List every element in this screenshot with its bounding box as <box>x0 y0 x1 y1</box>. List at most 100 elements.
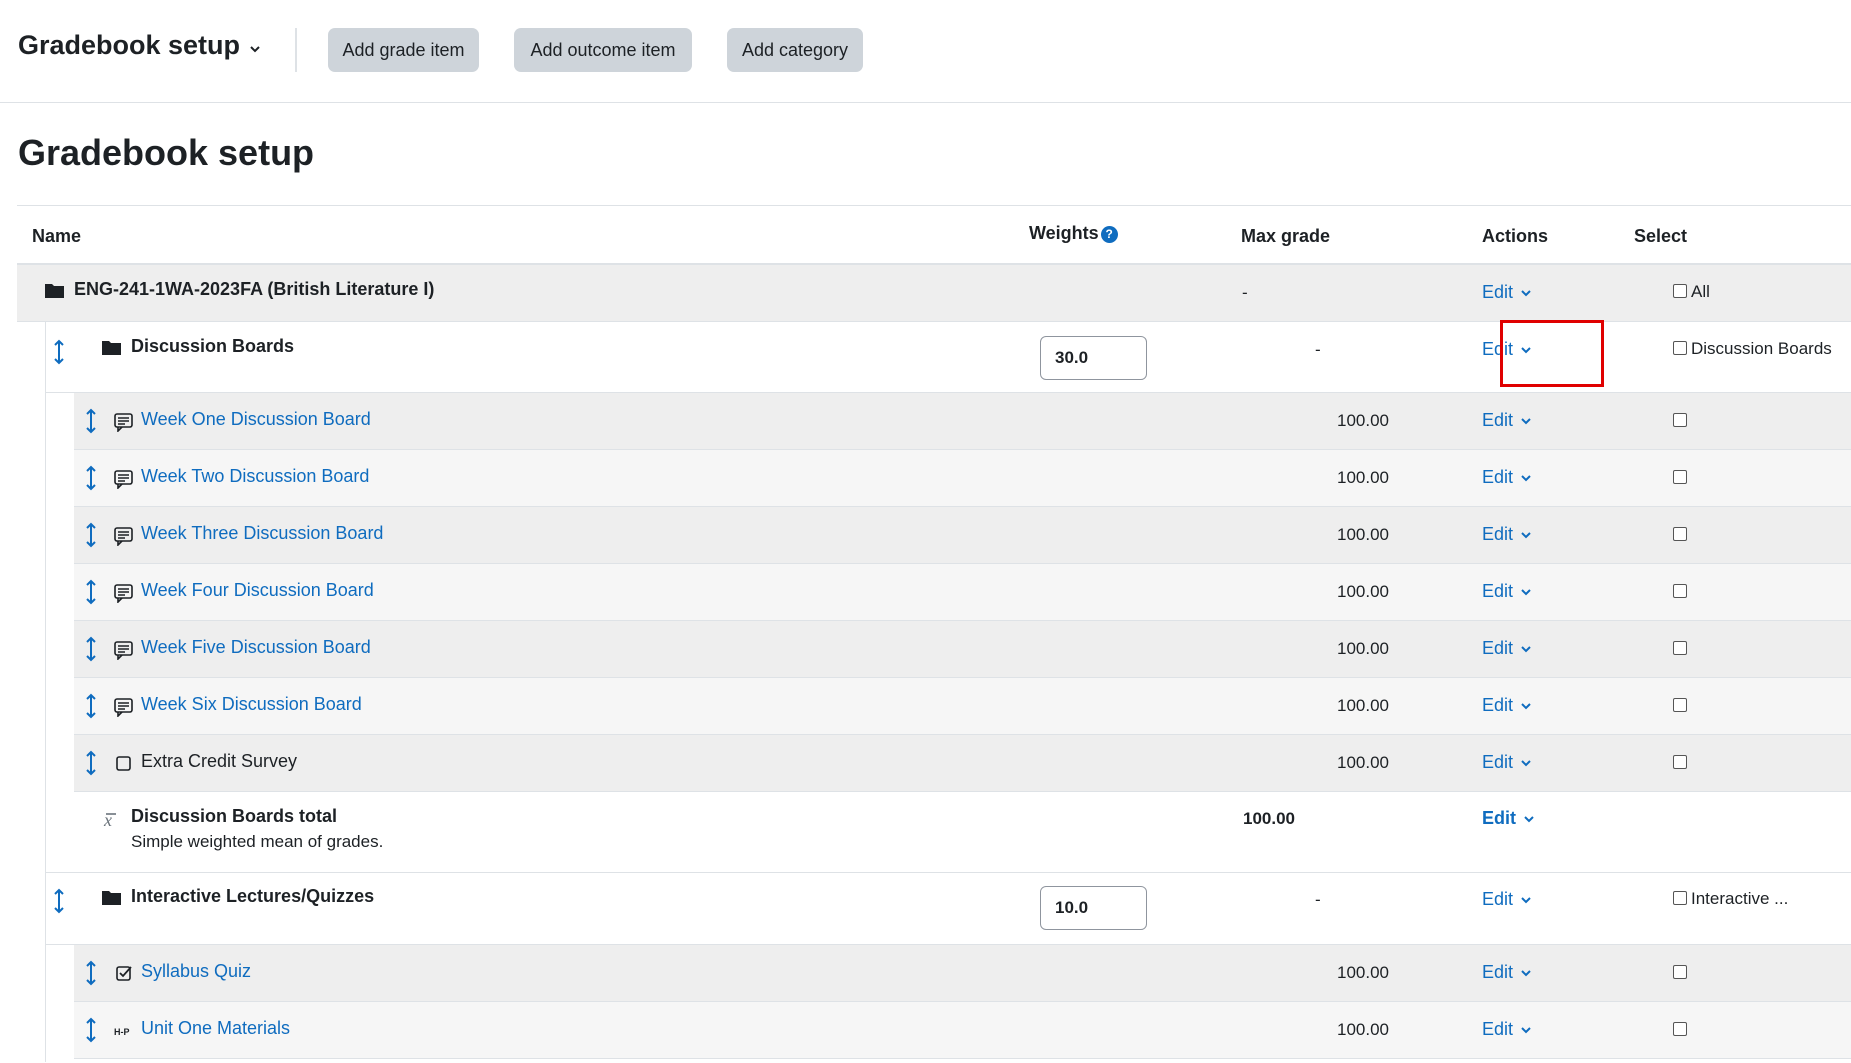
item-select-checkbox[interactable] <box>1673 1022 1687 1036</box>
total-max-grade: 100.00 <box>1243 809 1295 828</box>
category-name: Interactive Lectures/Quizzes <box>131 886 375 906</box>
quiz-icon <box>116 966 132 981</box>
category-select-checkbox[interactable] <box>1673 891 1687 905</box>
chevron-down-icon <box>1521 759 1531 766</box>
item-select-checkbox[interactable] <box>1673 413 1687 427</box>
chevron-down-icon <box>1521 1026 1531 1033</box>
move-icon[interactable] <box>85 408 97 434</box>
weights-label: Weights <box>1029 223 1099 243</box>
item-max-grade: 100.00 <box>1337 963 1389 982</box>
aggregation-description: Simple weighted mean of grades. <box>131 832 384 851</box>
item-edit-menu[interactable]: Edit <box>1482 962 1531 983</box>
select-all-checkbox[interactable] <box>1673 284 1687 298</box>
edit-label: Edit <box>1482 467 1514 487</box>
item-edit-menu[interactable]: Edit <box>1482 752 1531 773</box>
grade-item-link[interactable]: Unit One Materials <box>141 1018 290 1039</box>
forum-icon <box>114 527 133 546</box>
grade-item-link[interactable]: Week Two Discussion Board <box>141 466 369 487</box>
column-header-actions: Actions <box>1482 226 1549 246</box>
help-icon[interactable]: ? <box>1100 226 1118 243</box>
column-header-select: Select <box>1634 226 1688 246</box>
add-category-button[interactable]: Add category <box>727 28 863 72</box>
item-select-checkbox[interactable] <box>1673 641 1687 655</box>
edit-label: Edit <box>1482 889 1514 909</box>
item-max-grade: 100.00 <box>1337 468 1389 487</box>
move-icon[interactable] <box>85 636 97 662</box>
category-select-label: Discussion Boards <box>1691 339 1832 358</box>
edit-label: Edit <box>1482 581 1514 601</box>
course-edit-menu[interactable]: Edit <box>1482 282 1531 303</box>
grade-item-row: Week Two Discussion Board 100.00 Edit <box>74 450 1851 507</box>
item-select-checkbox[interactable] <box>1673 965 1687 979</box>
forum-icon <box>114 584 133 603</box>
grade-item-link[interactable]: Week Five Discussion Board <box>141 637 371 658</box>
selector-label: Gradebook setup <box>18 30 241 60</box>
gradebook-navigation-selector[interactable]: Gradebook setup <box>18 30 260 61</box>
move-icon[interactable] <box>53 339 65 365</box>
category-max-grade: - <box>1315 340 1321 359</box>
move-icon[interactable] <box>85 579 97 605</box>
item-select-checkbox[interactable] <box>1673 527 1687 541</box>
grade-item-link[interactable]: Week One Discussion Board <box>141 409 371 430</box>
grade-item-link[interactable]: Week Six Discussion Board <box>141 694 362 715</box>
h5p-icon: H-P <box>114 1027 130 1037</box>
item-max-grade: 100.00 <box>1337 1020 1389 1039</box>
course-name: ENG-241-1WA-2023FA (British Literature I… <box>74 279 435 299</box>
grade-item-row: Syllabus Quiz 100.00 Edit <box>74 945 1851 1002</box>
move-icon[interactable] <box>85 1017 97 1043</box>
total-edit-menu[interactable]: Edit <box>1482 808 1534 829</box>
category-max-grade: - <box>1315 890 1321 909</box>
grade-item-link[interactable]: Week Four Discussion Board <box>141 580 374 601</box>
item-edit-menu[interactable]: Edit <box>1482 581 1531 602</box>
item-select-checkbox[interactable] <box>1673 470 1687 484</box>
column-header-name: Name <box>32 226 82 246</box>
move-icon[interactable] <box>85 693 97 719</box>
item-edit-menu[interactable]: Edit <box>1482 638 1531 659</box>
folder-icon <box>45 284 64 298</box>
item-select-checkbox[interactable] <box>1673 698 1687 712</box>
item-edit-menu[interactable]: Edit <box>1482 695 1531 716</box>
chevron-down-icon <box>1521 474 1531 481</box>
add-outcome-item-button[interactable]: Add outcome item <box>514 28 692 72</box>
course-row: ENG-241-1WA-2023FA (British Literature I… <box>17 265 1851 322</box>
column-header-max-grade: Max grade <box>1241 226 1331 246</box>
grade-item-link[interactable]: Week Three Discussion Board <box>141 523 383 544</box>
item-select-checkbox[interactable] <box>1673 584 1687 598</box>
item-max-grade: 100.00 <box>1337 753 1389 772</box>
grade-item-row: Extra Credit Survey 100.00 Edit <box>74 735 1851 792</box>
folder-icon <box>102 341 121 355</box>
edit-label: Edit <box>1482 1019 1514 1039</box>
move-icon[interactable] <box>85 522 97 548</box>
edit-label: Edit <box>1482 638 1514 658</box>
forum-icon <box>114 413 133 432</box>
edit-label: Edit <box>1482 410 1514 430</box>
move-icon[interactable] <box>85 465 97 491</box>
select-all-label: All <box>1691 282 1710 301</box>
column-header-weights: Weights? <box>1029 223 1118 244</box>
weight-input[interactable]: 30.0 <box>1040 336 1147 380</box>
move-icon[interactable] <box>53 888 65 914</box>
grade-item-row: Week Three Discussion Board 100.00 Edit <box>74 507 1851 564</box>
category-total-row: x Discussion Boards total Simple weighte… <box>45 792 1851 873</box>
chevron-down-icon <box>1521 531 1531 538</box>
grade-item-link[interactable]: Syllabus Quiz <box>141 961 251 982</box>
chevron-down-icon <box>1524 815 1534 822</box>
item-edit-menu[interactable]: Edit <box>1482 410 1531 431</box>
item-select-checkbox[interactable] <box>1673 755 1687 769</box>
grade-item-row: Week One Discussion Board 100.00 Edit <box>74 393 1851 450</box>
table-header: Name Weights? Max grade Actions Select <box>17 205 1851 265</box>
item-max-grade: 100.00 <box>1337 525 1389 544</box>
weight-input[interactable]: 10.0 <box>1040 886 1147 930</box>
category-row: Discussion Boards 30.0 - Edit Discussion… <box>45 320 1851 393</box>
move-icon[interactable] <box>85 750 97 776</box>
manual-item-icon <box>116 756 131 771</box>
grade-item-row: Week Six Discussion Board 100.00 Edit <box>74 678 1851 735</box>
move-icon[interactable] <box>85 960 97 986</box>
item-edit-menu[interactable]: Edit <box>1482 467 1531 488</box>
category-edit-menu[interactable]: Edit <box>1482 889 1531 910</box>
item-edit-menu[interactable]: Edit <box>1482 524 1531 545</box>
item-edit-menu[interactable]: Edit <box>1482 1019 1531 1040</box>
category-select-checkbox[interactable] <box>1673 341 1687 355</box>
category-select-label: Interactive ... <box>1691 889 1789 908</box>
add-grade-item-button[interactable]: Add grade item <box>328 28 479 72</box>
